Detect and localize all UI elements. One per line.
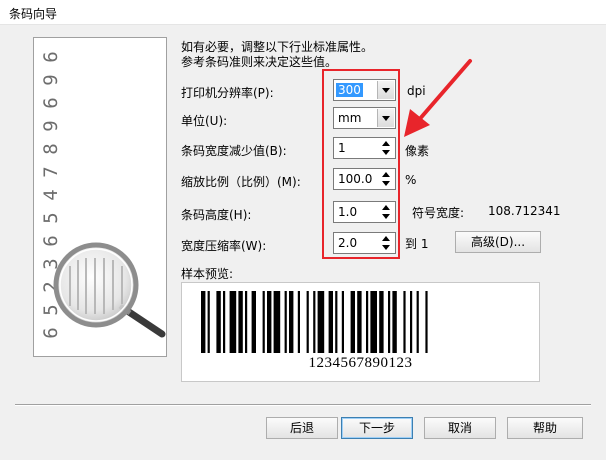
barcode-bar xyxy=(357,291,362,353)
back-button[interactable]: 后退 xyxy=(266,417,338,439)
barcode-bar xyxy=(306,291,309,353)
annotation-arrow-icon xyxy=(404,59,472,137)
barcode-bar xyxy=(313,291,316,353)
barcode-bar xyxy=(207,291,210,353)
units-label: 单位(U): xyxy=(181,114,228,128)
next-button[interactable]: 下一步 xyxy=(341,417,413,439)
scale-unit: % xyxy=(405,173,417,187)
print-resolution-label: 打印机分辨率(P): xyxy=(181,86,274,100)
bar-height-label: 条码高度(H): xyxy=(181,208,252,222)
barcode-bar xyxy=(379,291,384,353)
scale-label: 缩放比例（比例）(M): xyxy=(181,175,301,189)
barcode-bar xyxy=(416,291,419,353)
barcode-bar xyxy=(410,291,413,353)
barcode-bar xyxy=(370,291,377,353)
width-ratio-label: 宽度压缩率(W): xyxy=(181,239,267,253)
barcode-bars xyxy=(201,291,428,353)
barcode-bar xyxy=(335,291,338,353)
barcode-bar xyxy=(350,291,355,353)
preview-label: 样本预览: xyxy=(181,267,234,281)
annotation-highlight-box xyxy=(322,69,400,259)
barcode-bar xyxy=(341,291,344,353)
help-button[interactable]: 帮助 xyxy=(507,417,583,439)
footer-separator xyxy=(15,404,591,406)
barcode-bar xyxy=(403,291,406,353)
barcode-bar xyxy=(245,291,248,353)
barcode-bar xyxy=(223,291,226,353)
magnifier-icon xyxy=(53,242,166,338)
advanced-button[interactable]: 高级(D)... xyxy=(455,231,541,253)
barcode-bar xyxy=(289,291,294,353)
instruction-line-2: 参考条码准则来决定这些值。 xyxy=(181,55,338,69)
cancel-button[interactable]: 取消 xyxy=(424,417,496,439)
barcode-bar xyxy=(425,291,428,353)
title-bar: 条码向导 xyxy=(0,0,606,25)
barcode-bar xyxy=(284,291,287,353)
barcode-bar xyxy=(328,291,333,353)
barcode-bar xyxy=(392,291,397,353)
width-reduction-label: 条码宽度减少值(B): xyxy=(181,144,287,158)
barcode-bar xyxy=(251,291,256,353)
barcode-bar xyxy=(273,291,281,353)
symbol-width-value: 108.712341 xyxy=(488,204,561,218)
barcode-bar xyxy=(262,291,265,353)
side-illustration-panel: 6 9 6 9 8 7 4 5 6 3 2 5 6 xyxy=(33,37,167,357)
barcode-bar xyxy=(388,291,391,353)
barcode-number: 1234567890123 xyxy=(308,355,413,371)
width-ratio-suffix: 到 1 xyxy=(405,237,429,251)
window-title: 条码向导 xyxy=(9,7,58,21)
symbol-width-label: 符号宽度: xyxy=(412,206,465,220)
barcode-preview: 1234567890123 xyxy=(181,282,540,382)
barcode-bar xyxy=(201,291,206,353)
barcode-bar xyxy=(297,291,300,353)
barcode-bar xyxy=(366,291,369,353)
barcode-bar xyxy=(267,291,272,353)
barcode-bar xyxy=(238,291,243,353)
barcode-bar xyxy=(229,291,237,353)
barcode-bar xyxy=(317,291,325,353)
barcode-bar xyxy=(216,291,221,353)
